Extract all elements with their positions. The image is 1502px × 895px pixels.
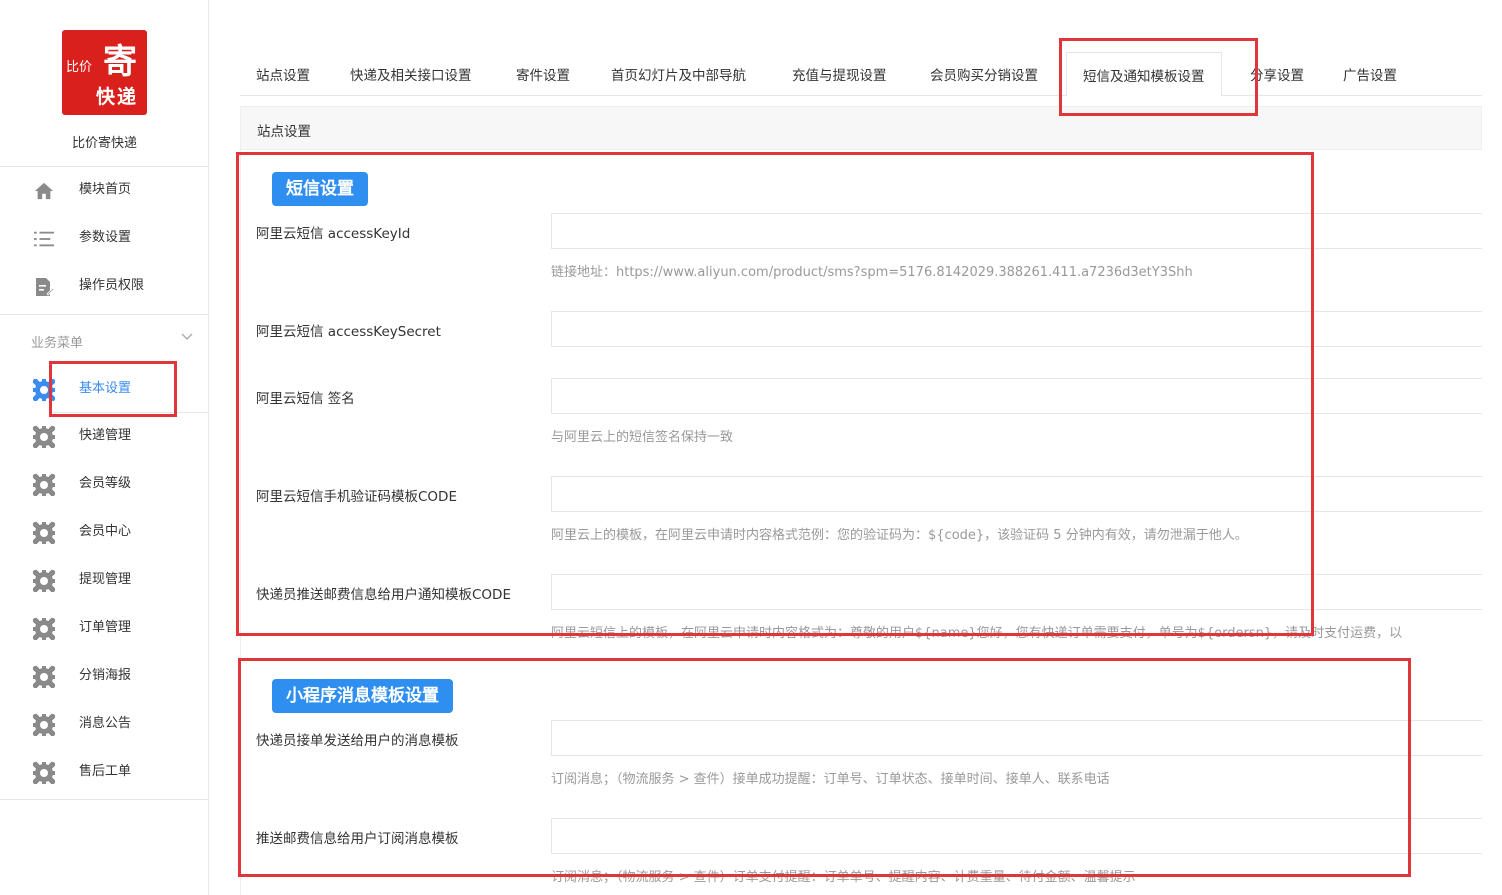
gear-icon xyxy=(33,714,55,736)
sidebar-item-label: 操作员权限 xyxy=(79,278,145,293)
tab-express-api-settings[interactable]: 快递及相关接口设置 xyxy=(350,64,472,84)
tab-site-settings[interactable]: 站点设置 xyxy=(256,64,310,84)
field-label: 阿里云短信 签名 xyxy=(256,391,355,407)
sidebar-item-withdrawal-management[interactable]: 提现管理 xyxy=(0,560,209,600)
courier-accept-template-input[interactable] xyxy=(551,720,1482,756)
gear-icon xyxy=(33,474,55,496)
gear-icon xyxy=(33,666,55,688)
sidebar-item-label: 快递管理 xyxy=(79,428,132,443)
sidebar-item-announcements[interactable]: 消息公告 xyxy=(0,704,209,744)
sidebar-item-parameter-settings[interactable]: 参数设置 xyxy=(0,218,209,258)
logo-text-line3: 快递 xyxy=(96,86,139,108)
divider xyxy=(50,412,209,413)
brand-name: 比价寄快递 xyxy=(71,136,137,151)
logo-text-line2: 寄 xyxy=(103,42,137,82)
sidebar-item-express-management[interactable]: 快递管理 xyxy=(0,416,209,456)
field-help-text: 阿里云短信上的模板，在阿里云申请时内容格式为：尊敬的用户${name}您好，您有… xyxy=(551,626,1403,641)
sidebar-item-label: 模块首页 xyxy=(79,182,132,197)
sidebar-item-label: 售后工单 xyxy=(79,764,132,779)
field-help-text: 订阅消息；（物流服务 > 查件）接单成功提醒：订单号、订单状态、接单时间、接单人… xyxy=(551,772,1110,787)
tab-homepage-slides-nav[interactable]: 首页幻灯片及中部导航 xyxy=(611,64,746,84)
settings-tab-bar: 站点设置 快递及相关接口设置 寄件设置 首页幻灯片及中部导航 充值与提现设置 会… xyxy=(240,52,1482,97)
field-label: 推送邮费信息给用户订阅消息模板 xyxy=(256,831,459,847)
access-key-id-input[interactable] xyxy=(551,213,1482,249)
sidebar-item-label: 消息公告 xyxy=(79,716,132,731)
gear-icon xyxy=(33,618,55,640)
field-label: 阿里云短信 accessKeySecret xyxy=(256,324,441,340)
field-label: 快递员接单发送给用户的消息模板 xyxy=(256,733,459,749)
tab-share-settings[interactable]: 分享设置 xyxy=(1250,64,1304,84)
field-label: 阿里云短信手机验证码模板CODE xyxy=(256,489,457,505)
sidebar: 比价 寄 快递 比价寄快递 模块首页 参数设置 操作员权限 业务菜单 基本设置 … xyxy=(0,0,209,895)
sidebar-item-after-sales-tickets[interactable]: 售后工单 xyxy=(0,752,209,792)
field-help-text: 与阿里云上的短信签名保持一致 xyxy=(551,430,734,445)
sidebar-item-label: 会员等级 xyxy=(79,476,132,491)
sidebar-item-operator-permissions[interactable]: 操作员权限 xyxy=(0,266,209,306)
field-label: 快递员推送邮费信息给用户通知模板CODE xyxy=(256,587,511,603)
sidebar-item-order-management[interactable]: 订单管理 xyxy=(0,608,209,648)
sidebar-item-label: 会员中心 xyxy=(79,524,132,539)
tab-shipping-settings[interactable]: 寄件设置 xyxy=(516,64,570,84)
field-help-text: 链接地址：https://www.aliyun.com/product/sms?… xyxy=(551,265,1193,280)
gear-icon xyxy=(33,522,55,544)
edit-document-icon xyxy=(34,277,54,297)
gear-icon xyxy=(33,426,55,448)
sms-signature-input[interactable] xyxy=(551,378,1482,414)
sidebar-item-label: 分销海报 xyxy=(79,668,132,683)
app-logo[interactable]: 比价 寄 快递 xyxy=(62,30,147,115)
sms-section-title: 短信设置 xyxy=(272,172,368,206)
field-label: 阿里云短信 accessKeyId xyxy=(256,226,411,242)
gear-icon xyxy=(33,570,55,592)
tab-sms-notification-templates[interactable]: 短信及通知模板设置 xyxy=(1066,52,1222,97)
field-help-text: 订阅消息；（物流服务 > 查件）订单支付提醒：订单单号、提醒内容、计费重量、待付… xyxy=(551,870,1136,885)
sidebar-item-member-center[interactable]: 会员中心 xyxy=(0,512,209,552)
list-icon xyxy=(34,229,54,249)
panel-title: 站点设置 xyxy=(257,124,311,140)
chevron-down-icon[interactable] xyxy=(181,332,193,342)
gear-icon xyxy=(33,762,55,784)
tab-recharge-withdraw-settings[interactable]: 充值与提现设置 xyxy=(792,64,887,84)
sidebar-item-module-home[interactable]: 模块首页 xyxy=(0,170,209,210)
access-key-secret-input[interactable] xyxy=(551,311,1482,347)
divider xyxy=(0,166,209,167)
home-icon xyxy=(34,181,54,201)
sidebar-item-basic-settings[interactable]: 基本设置 xyxy=(0,369,209,409)
field-help-text: 阿里云上的模板，在阿里云申请时内容格式范例：您的验证码为：${code}，该验证… xyxy=(551,528,1248,543)
divider xyxy=(0,799,209,800)
sidebar-item-label: 基本设置 xyxy=(79,381,132,396)
postage-subscribe-template-input[interactable] xyxy=(551,818,1482,854)
divider xyxy=(0,314,209,315)
sidebar-item-member-levels[interactable]: 会员等级 xyxy=(0,464,209,504)
sidebar-item-label: 提现管理 xyxy=(79,572,132,587)
tab-ad-settings[interactable]: 广告设置 xyxy=(1343,64,1397,84)
sidebar-item-distribution-posters[interactable]: 分销海报 xyxy=(0,656,209,696)
tab-member-distribution-settings[interactable]: 会员购买分销设置 xyxy=(930,64,1038,84)
verification-template-code-input[interactable] xyxy=(551,476,1482,512)
panel-header: 站点设置 xyxy=(240,106,1482,150)
logo-text-line1: 比价 xyxy=(66,60,93,75)
gear-icon xyxy=(33,379,55,401)
postage-notify-template-code-input[interactable] xyxy=(551,574,1482,610)
mini-program-section-title: 小程序消息模板设置 xyxy=(272,679,453,713)
sidebar-item-label: 订单管理 xyxy=(79,620,132,635)
menu-section-header[interactable]: 业务菜单 xyxy=(31,332,83,351)
sidebar-item-label: 参数设置 xyxy=(79,230,132,245)
